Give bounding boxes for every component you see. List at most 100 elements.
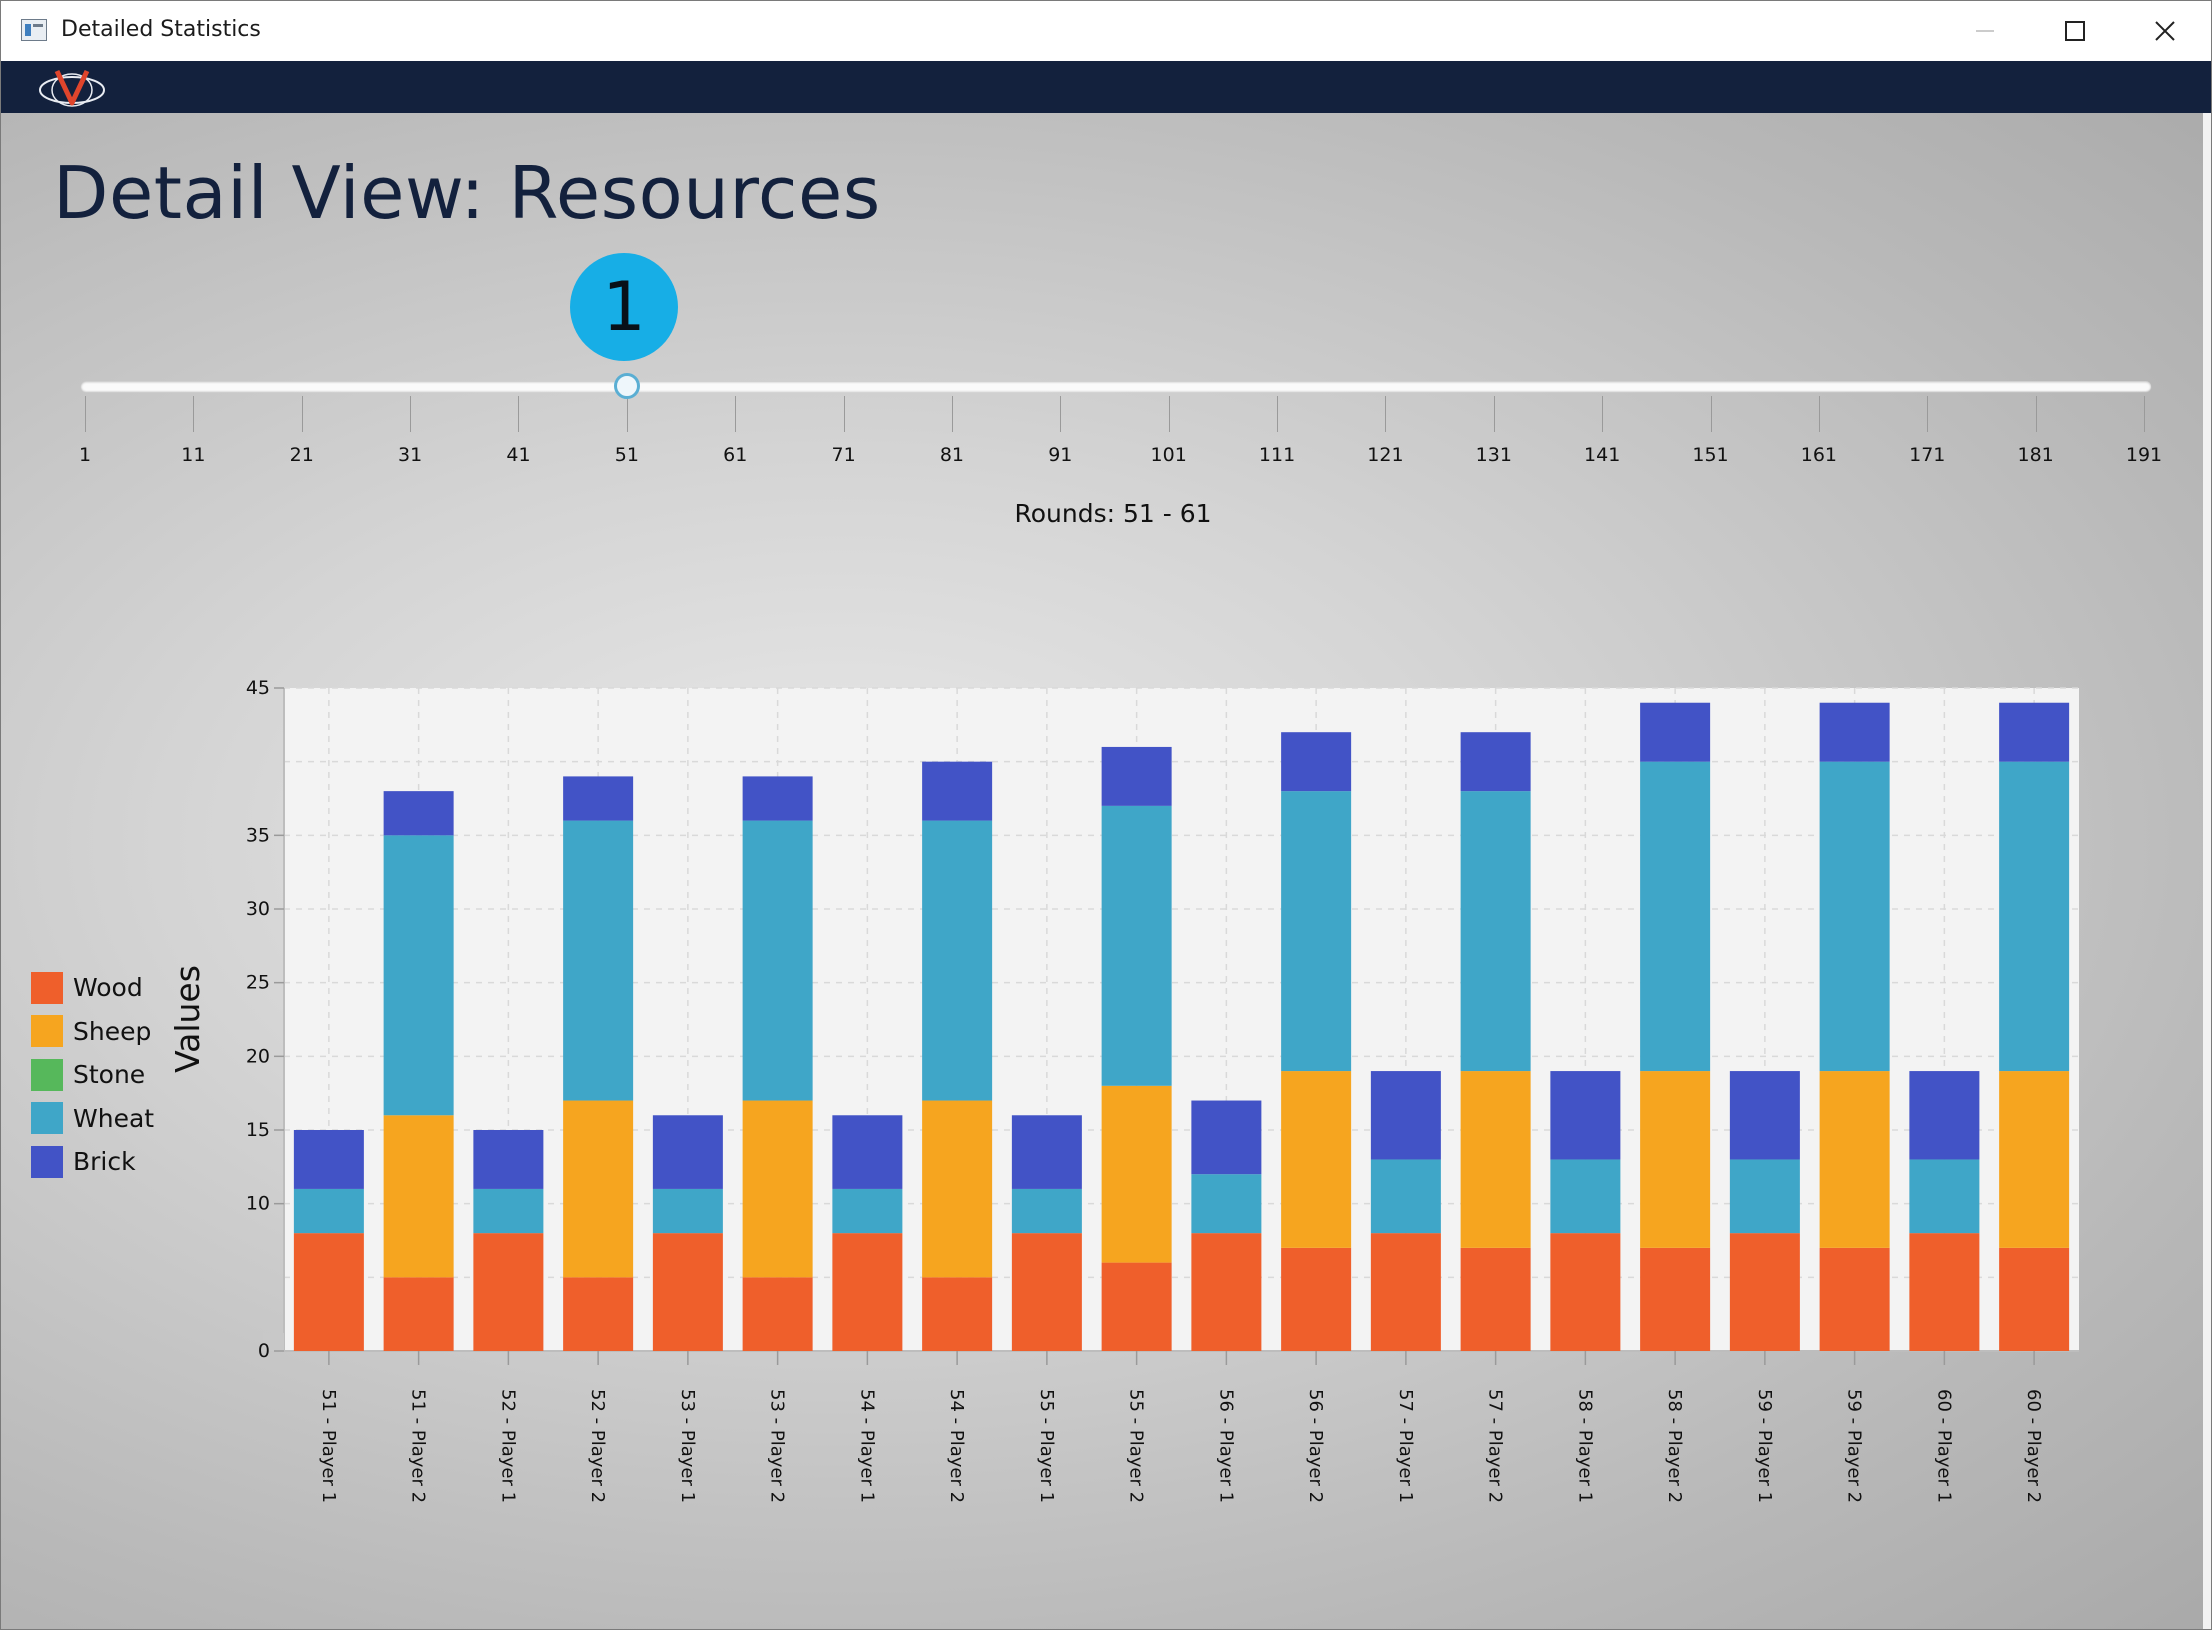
bar-segment-wheat <box>293 1188 364 1234</box>
round-slider-thumb[interactable] <box>613 373 640 399</box>
slider-tick-mark <box>1710 396 1712 432</box>
bar-segment-wheat <box>1191 1174 1262 1234</box>
y-tick-label: 45 <box>246 677 270 699</box>
slider-tick-label: 51 <box>614 444 639 466</box>
slider-tick-mark <box>518 396 520 432</box>
bar-segment-brick <box>1460 732 1531 792</box>
bar-segment-wood <box>652 1233 723 1351</box>
x-tick-label: 56 - Player 1 <box>1215 1389 1236 1503</box>
bar-segment-wheat <box>922 820 993 1101</box>
legend-item: Sheep <box>31 1010 154 1054</box>
bar-segment-wheat <box>383 835 454 1116</box>
slider-tick-label: 101 <box>1150 444 1187 466</box>
slider-tick-mark <box>85 396 86 432</box>
chart-legend: Wood Sheep Stone Wheat Brick <box>31 966 154 1184</box>
slider-tick-label: 91 <box>1048 444 1073 466</box>
page-title: Detail View: Resources <box>53 151 881 235</box>
bar-segment-wheat <box>1550 1159 1621 1234</box>
slider-tick-label: 21 <box>289 444 314 466</box>
x-tick-label: 60 - Player 1 <box>1933 1389 1954 1503</box>
slider-tick-mark <box>951 396 953 432</box>
minimize-icon <box>1976 30 1994 32</box>
y-axis-label: Values <box>168 965 207 1073</box>
bar-segment-wood <box>1191 1233 1262 1351</box>
bar-segment-brick <box>383 791 454 836</box>
slider-tick-label: 161 <box>1800 444 1838 466</box>
bar-segment-sheep <box>1819 1071 1890 1248</box>
bar-segment-brick <box>473 1130 544 1189</box>
x-tick-label: 58 - Player 1 <box>1574 1389 1595 1503</box>
bar-segment-wood <box>383 1277 454 1351</box>
bar-segment-wood <box>293 1233 364 1351</box>
x-tick-label: 53 - Player 1 <box>677 1389 698 1503</box>
bar-segment-brick <box>1101 746 1172 806</box>
bar-segment-brick <box>742 776 813 821</box>
legend-label: Sheep <box>73 1016 152 1046</box>
x-tick-label: 57 - Player 1 <box>1395 1389 1416 1503</box>
y-tick-label: 35 <box>246 824 270 846</box>
bar-segment-wheat <box>1101 805 1172 1086</box>
slider-tick-label: 11 <box>181 444 206 466</box>
bar-segment-wood <box>922 1277 993 1351</box>
bar-segment-wood <box>1281 1247 1352 1351</box>
bar-segment-wood <box>1101 1262 1172 1351</box>
slider-tick-label: 121 <box>1367 444 1404 466</box>
y-tick-label: 30 <box>246 898 270 920</box>
app-icon <box>21 19 47 41</box>
x-tick-label: 54 - Player 1 <box>856 1389 877 1503</box>
window-title: Detailed Statistics <box>61 17 261 42</box>
legend-item: Wood <box>31 966 154 1010</box>
bar-segment-wood <box>1370 1233 1441 1351</box>
legend-swatch <box>31 971 63 1004</box>
bar-segment-brick <box>1281 732 1352 792</box>
bar-segment-brick <box>293 1130 364 1189</box>
slider-tick-mark <box>1277 396 1279 432</box>
x-tick-label: 54 - Player 2 <box>946 1389 967 1503</box>
bar-segment-brick <box>563 776 634 821</box>
maximize-button[interactable] <box>2031 1 2119 61</box>
brand-bar <box>1 61 2211 113</box>
bar-segment-brick <box>922 761 993 821</box>
step-badge: 1 <box>570 253 678 361</box>
bar-segment-wheat <box>563 820 634 1101</box>
slider-tick-mark <box>301 396 303 432</box>
close-icon <box>2155 21 2175 41</box>
bar-segment-wood <box>1909 1233 1980 1351</box>
bar-segment-wood <box>742 1277 813 1351</box>
bar-segment-brick <box>1640 702 1711 762</box>
slider-tick-label: 81 <box>939 444 965 466</box>
bar-segment-wood <box>563 1277 634 1351</box>
close-button[interactable] <box>2121 1 2209 61</box>
bar-segment-brick <box>832 1115 903 1189</box>
y-tick-label: 0 <box>258 1340 270 1362</box>
bar-segment-wheat <box>473 1188 544 1234</box>
window-edge <box>2203 113 2211 1629</box>
legend-label: Stone <box>73 1060 146 1090</box>
y-tick-label: 15 <box>246 1119 270 1141</box>
slider-tick-mark <box>1818 396 1820 432</box>
slider-tick-mark <box>1168 396 1170 432</box>
bar-segment-wood <box>1729 1233 1800 1351</box>
round-slider-track[interactable] <box>81 381 2151 391</box>
x-tick-label: 55 - Player 1 <box>1036 1389 1057 1503</box>
y-tick-label: 25 <box>246 972 270 994</box>
bar-segment-wheat <box>1999 761 2070 1072</box>
x-tick-label: 59 - Player 2 <box>1844 1389 1865 1503</box>
slider-tick-mark <box>843 396 845 432</box>
y-tick-label: 10 <box>246 1193 270 1215</box>
slider-tick-mark <box>1493 396 1495 432</box>
slider-tick-mark <box>626 396 628 432</box>
slider-tick-mark <box>1602 396 1604 432</box>
bar-segment-sheep <box>1281 1071 1352 1248</box>
y-tick-label: 20 <box>246 1045 270 1067</box>
bar-segment-wood <box>832 1233 903 1351</box>
bar-segment-sheep <box>1640 1071 1711 1248</box>
minimize-button[interactable] <box>1941 1 2029 61</box>
bar-segment-wood <box>1460 1247 1531 1351</box>
bar-segment-wood <box>1999 1247 2070 1351</box>
x-tick-label: 60 - Player 2 <box>2023 1389 2044 1503</box>
bar-segment-wood <box>1011 1233 1082 1351</box>
x-tick-label: 57 - Player 2 <box>1485 1389 1506 1503</box>
bar-segment-wheat <box>1819 761 1890 1072</box>
bar-segment-brick <box>1011 1115 1082 1189</box>
